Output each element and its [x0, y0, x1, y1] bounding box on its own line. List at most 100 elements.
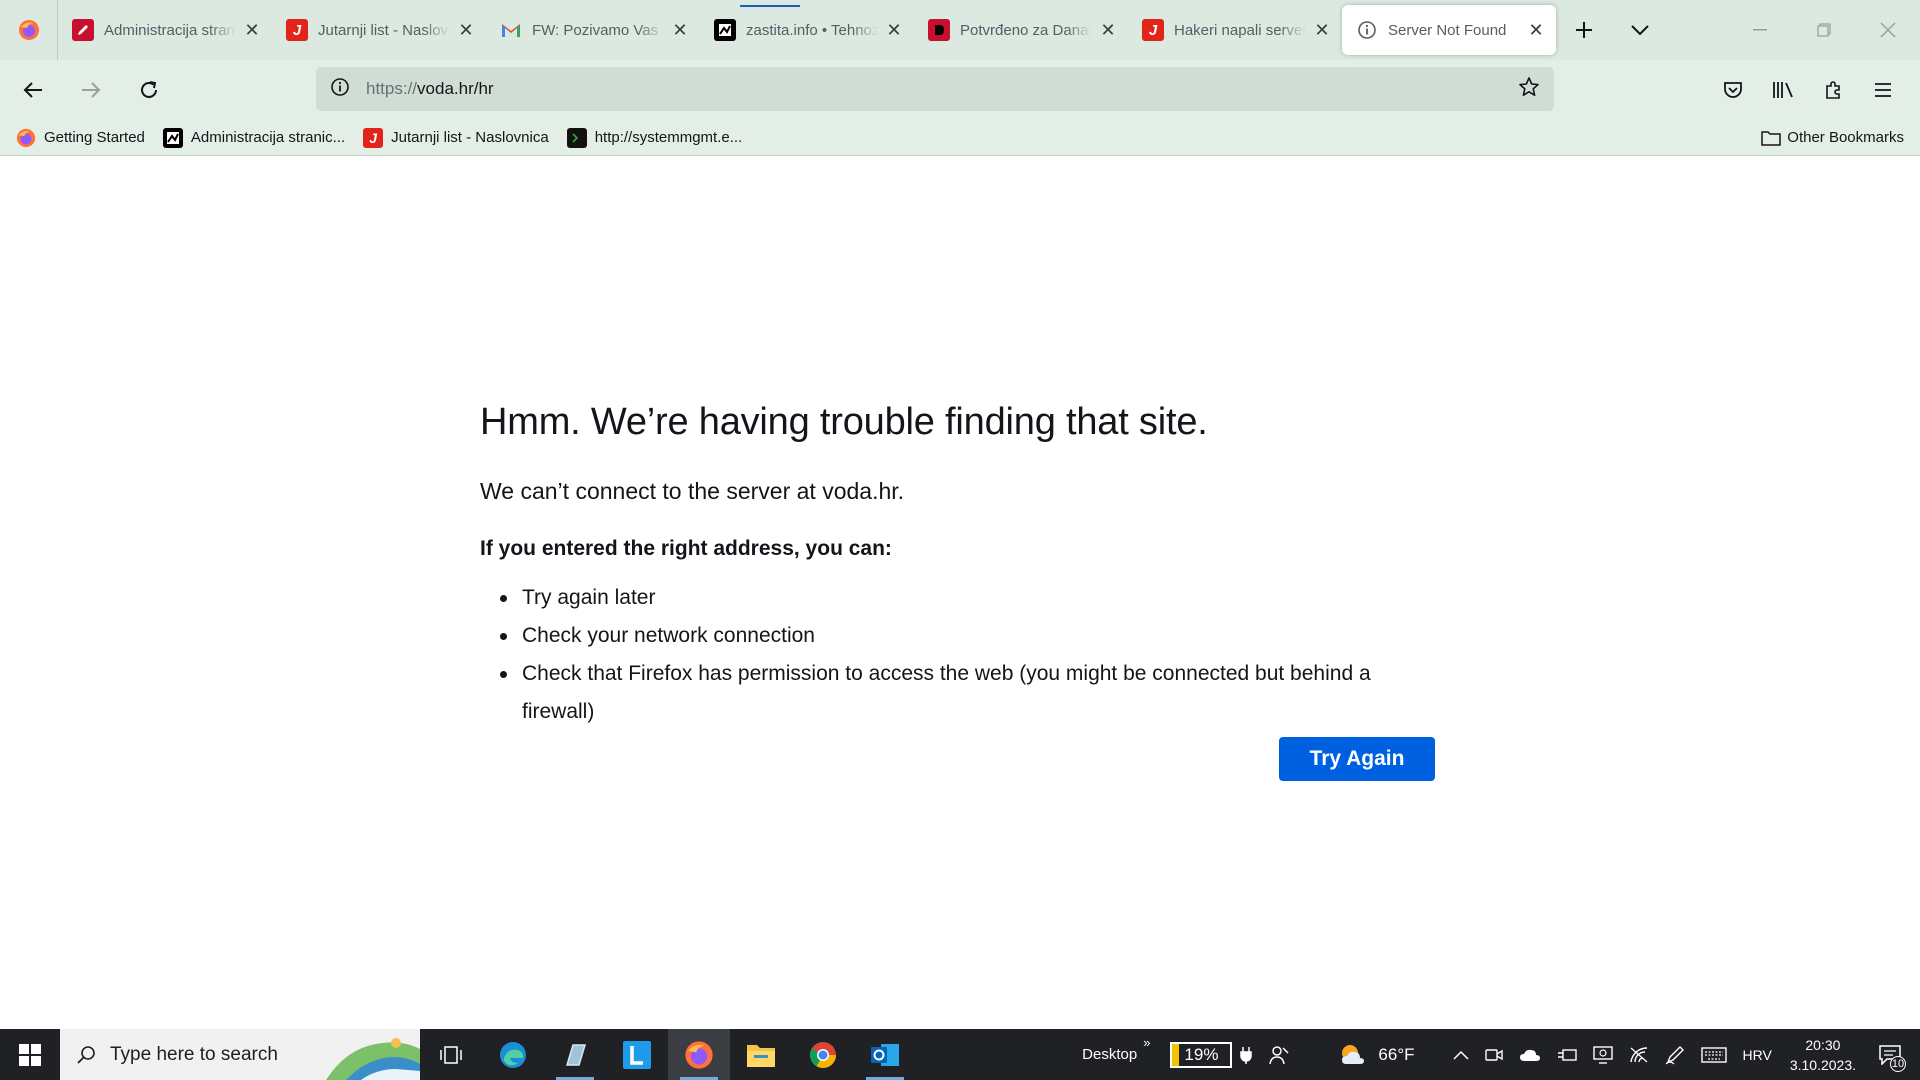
taskbar-file-explorer[interactable]	[730, 1029, 792, 1080]
tab-danas[interactable]: Potvrđeno za Danas ✕	[914, 5, 1128, 55]
bookmark-star-icon[interactable]	[1518, 76, 1540, 103]
taskbar-firefox[interactable]	[668, 1029, 730, 1080]
bookmark-getting-started[interactable]: Getting Started	[16, 128, 145, 148]
new-tab-button[interactable]	[1556, 5, 1612, 55]
close-window-button[interactable]	[1856, 0, 1920, 60]
close-tab-icon[interactable]: ✕	[1098, 20, 1118, 40]
meet-now-icon[interactable]	[1484, 1047, 1503, 1063]
zastita-icon	[714, 19, 736, 41]
try-again-button[interactable]: Try Again	[1279, 737, 1435, 781]
zastita-icon	[162, 127, 183, 148]
edge-icon	[500, 1041, 526, 1068]
extensions-button[interactable]	[1808, 65, 1858, 115]
library-button[interactable]	[1758, 65, 1808, 115]
forward-button[interactable]	[66, 65, 116, 115]
action-center-button[interactable]: 10	[1870, 1029, 1910, 1080]
tab-title: Jutarnji list - Naslovnica	[318, 21, 450, 39]
error-title: Hmm. We’re having trouble finding that s…	[480, 401, 1208, 443]
tab-title: Administracija stranica	[104, 21, 236, 39]
plus-icon	[1576, 22, 1592, 38]
url-bar[interactable]: https://voda.hr/hr	[316, 67, 1554, 111]
error-container: Hmm. We’re having trouble finding that s…	[480, 401, 1440, 781]
taskbar-outlook[interactable]	[854, 1029, 916, 1080]
restore-button[interactable]	[1792, 0, 1856, 60]
tab-server-not-found[interactable]: Server Not Found ✕	[1342, 5, 1556, 55]
bookmark-jutarnji[interactable]: J Jutarnji list - Naslovnica	[363, 127, 549, 148]
suggestion-list: Try again later Check your network conne…	[500, 579, 1440, 731]
close-tab-icon[interactable]: ✕	[884, 20, 904, 40]
folder-icon	[747, 1044, 775, 1067]
app-menu-button[interactable]	[1858, 65, 1908, 115]
close-tab-icon[interactable]: ✕	[670, 20, 690, 40]
close-tab-icon[interactable]: ✕	[456, 20, 476, 40]
tab-title: Potvrđeno za Danas	[960, 21, 1092, 39]
close-tab-icon[interactable]: ✕	[242, 20, 262, 40]
taskbar-edge[interactable]	[482, 1029, 544, 1080]
bookmark-systemmgmt[interactable]: http://systemmgmt.e...	[566, 127, 742, 148]
bookmark-label: Jutarnji list - Naslovnica	[391, 129, 549, 146]
minimize-icon	[1753, 29, 1767, 31]
people-icon[interactable]	[1268, 1044, 1290, 1066]
site-info-icon[interactable]	[330, 77, 350, 102]
taskbar-search[interactable]: Type here to search	[60, 1029, 420, 1080]
tab-administracija[interactable]: Administracija stranica ✕	[58, 5, 272, 55]
firefox-icon	[685, 1040, 713, 1069]
battery-meter[interactable]: 19%	[1170, 1041, 1253, 1068]
navigation-toolbar: https://voda.hr/hr	[0, 60, 1920, 120]
toolbar-right	[1708, 65, 1908, 115]
other-bookmarks-button[interactable]: Other Bookmarks	[1761, 129, 1904, 146]
windows-logo-icon	[19, 1043, 41, 1066]
window-controls	[1728, 0, 1920, 60]
tab-zastita[interactable]: zastita.info • Tehnoz ✕	[700, 5, 914, 55]
bookmark-administracija[interactable]: Administracija stranic...	[162, 127, 345, 148]
clock-date: 3.10.2023.	[1789, 1056, 1856, 1073]
wifi-icon[interactable]	[1629, 1046, 1649, 1064]
taskbar-notes-app[interactable]	[544, 1029, 606, 1080]
search-icon	[77, 1045, 95, 1064]
chevron-up-icon[interactable]	[1452, 1050, 1469, 1060]
url-scheme: https://	[366, 79, 418, 98]
onedrive-cloud-icon[interactable]	[1519, 1048, 1541, 1062]
list-all-tabs-button[interactable]	[1612, 5, 1668, 55]
chrome-icon	[809, 1041, 837, 1068]
reload-button[interactable]	[124, 65, 174, 115]
hamburger-icon	[1875, 83, 1891, 97]
touch-keyboard-icon[interactable]	[1700, 1046, 1727, 1063]
taskbar-l-app[interactable]	[606, 1029, 668, 1080]
taskbar-chrome[interactable]	[792, 1029, 854, 1080]
chevron-double-right-icon[interactable]: »	[1143, 1035, 1150, 1050]
weather-partly-cloudy-icon	[1342, 1044, 1365, 1064]
close-tab-icon[interactable]: ✕	[1526, 20, 1546, 40]
pen-workspace-icon[interactable]	[1665, 1045, 1685, 1065]
notes-app-icon	[565, 1043, 587, 1066]
input-language[interactable]: HRV	[1743, 1047, 1772, 1063]
close-tab-icon[interactable]: ✕	[1312, 20, 1332, 40]
weather-widget[interactable]: 66°F	[1338, 1042, 1415, 1068]
other-bookmarks-label: Other Bookmarks	[1787, 129, 1904, 146]
clock[interactable]: 20:30 3.10.2023.	[1790, 1035, 1856, 1075]
notification-count: 10	[1890, 1056, 1906, 1072]
jutarnji-j-icon: J	[363, 127, 384, 148]
usb-device-icon[interactable]	[1557, 1047, 1577, 1063]
back-button[interactable]	[8, 65, 58, 115]
pocket-button[interactable]	[1708, 65, 1758, 115]
page-content: Hmm. We’re having trouble finding that s…	[0, 157, 1920, 1029]
task-view-icon	[440, 1045, 462, 1064]
tab-title: zastita.info • Tehnoz	[746, 21, 878, 39]
task-view-button[interactable]	[420, 1029, 482, 1080]
minimize-button[interactable]	[1728, 0, 1792, 60]
outlook-icon	[871, 1043, 899, 1066]
start-button[interactable]	[0, 1029, 60, 1080]
desktop-toolbar-label[interactable]: Desktop	[1082, 1046, 1137, 1063]
display-icon[interactable]	[1592, 1045, 1613, 1064]
tab-hakeri[interactable]: J Hakeri napali server ✕	[1128, 5, 1342, 55]
firefox-icon	[16, 128, 36, 148]
url-text[interactable]: https://voda.hr/hr	[366, 79, 494, 99]
tab-title: FW: Pozivamo Vas na	[532, 21, 664, 39]
tab-jutarnji[interactable]: J Jutarnji list - Naslovnica ✕	[272, 5, 486, 55]
tab-gmail[interactable]: FW: Pozivamo Vas na ✕	[486, 5, 700, 55]
tab-strip: Administracija stranica ✕ J Jutarnji lis…	[0, 0, 1920, 60]
firefox-view-button[interactable]	[0, 0, 58, 60]
pocket-icon	[1724, 82, 1742, 98]
arrow-right-icon	[82, 82, 101, 98]
